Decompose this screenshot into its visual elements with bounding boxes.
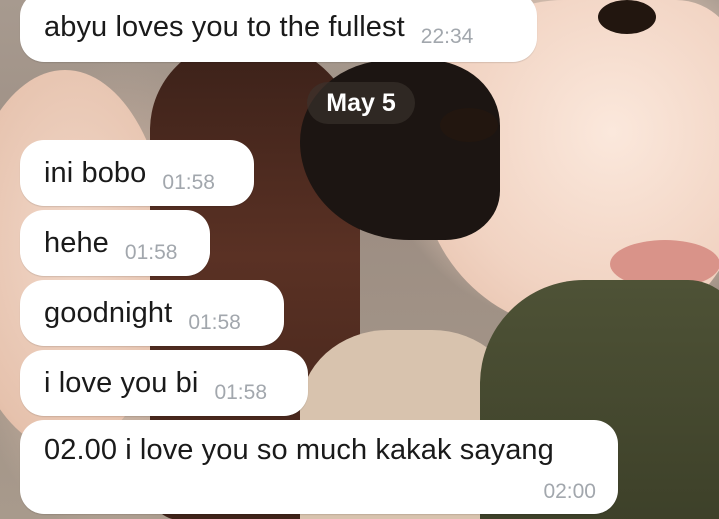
message-text: abyu loves you to the fullest	[44, 10, 405, 43]
message-bubble[interactable]: i love you bi 01:58	[20, 350, 308, 416]
message-time: 01:58	[162, 171, 215, 194]
message-time: 22:34	[420, 25, 474, 48]
message-text: goodnight	[44, 296, 173, 329]
message-bubble[interactable]: ini bobo 01:58	[20, 140, 254, 206]
message-list[interactable]: abyu loves you to the fullest 22:34 May …	[0, 0, 719, 519]
message-text: 02.00 i love you so much kakak sayang	[44, 434, 554, 466]
message-time: 01:58	[188, 311, 241, 334]
message-text: ini bobo	[44, 156, 147, 189]
message-bubble[interactable]: goodnight 01:58	[20, 280, 284, 346]
date-separator: May 5	[307, 82, 415, 124]
message-time: 02:00	[543, 480, 596, 503]
message-time: 01:58	[124, 241, 178, 264]
message-bubble[interactable]: abyu loves you to the fullest 22:34	[20, 0, 537, 62]
message-bubble[interactable]: hehe 01:58	[20, 210, 210, 276]
message-bubble[interactable]: 02.00 i love you so much kakak sayang 02…	[20, 420, 618, 514]
message-text: hehe	[44, 226, 109, 259]
message-time: 01:58	[214, 381, 268, 404]
message-text: i love you bi	[44, 366, 199, 399]
